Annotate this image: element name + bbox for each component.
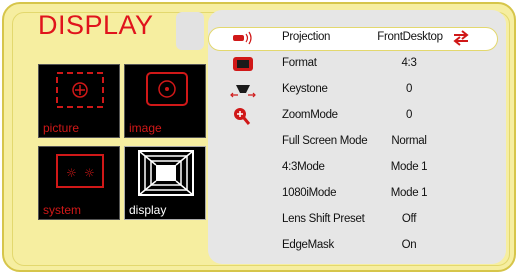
projection-icon xyxy=(233,31,252,45)
tile-picture[interactable]: picture xyxy=(38,64,120,138)
setting-row-43mode[interactable]: 4:3Mode Mode 1 xyxy=(208,155,506,181)
tile-label-system: system xyxy=(43,203,82,217)
setting-value: On xyxy=(401,239,417,251)
menu-tab-indicator xyxy=(176,12,204,50)
setting-label: Lens Shift Preset xyxy=(282,213,365,225)
svg-text:☼: ☼ xyxy=(84,166,95,180)
tile-label-image: image xyxy=(129,121,162,135)
settings-panel: Projection FrontDesktop Format 4:3 Keyst… xyxy=(208,10,506,264)
setting-row-projection[interactable]: Projection FrontDesktop xyxy=(208,25,506,51)
setting-row-edgemask[interactable]: EdgeMask On xyxy=(208,233,506,259)
setting-row-format[interactable]: Format 4:3 xyxy=(208,51,506,77)
zoom-icon xyxy=(234,108,251,125)
setting-label: ZoomMode xyxy=(282,109,338,121)
setting-row-1080imode[interactable]: 1080iMode Mode 1 xyxy=(208,181,506,207)
setting-label: Projection xyxy=(282,31,331,43)
format-icon xyxy=(233,57,253,71)
setting-row-lensshiftpreset[interactable]: Lens Shift Preset Off xyxy=(208,207,506,233)
setting-row-zoommode[interactable]: ZoomMode 0 xyxy=(208,103,506,129)
swap-arrows-icon[interactable] xyxy=(452,30,470,46)
setting-value: Off xyxy=(401,213,417,225)
setting-row-keystone[interactable]: Keystone 0 xyxy=(208,77,506,103)
setting-value: FrontDesktop xyxy=(377,31,443,43)
setting-row-fullscreenmode[interactable]: Full Screen Mode Normal xyxy=(208,129,506,155)
tile-system[interactable]: ☼ ☼ system xyxy=(38,146,120,220)
setting-value: 4:3 xyxy=(401,57,417,69)
tile-display[interactable]: display xyxy=(124,146,206,220)
setting-value: Mode 1 xyxy=(390,187,428,199)
tile-label-display: display xyxy=(129,203,167,217)
setting-value: 0 xyxy=(405,83,413,95)
setting-label: 4:3Mode xyxy=(282,161,325,173)
svg-text:☼: ☼ xyxy=(66,166,77,180)
setting-label: Format xyxy=(282,57,317,69)
setting-label: Keystone xyxy=(282,83,328,95)
tile-image[interactable]: image xyxy=(124,64,206,138)
tile-label-picture: picture xyxy=(43,121,80,135)
setting-label: 1080iMode xyxy=(282,187,337,199)
menu-title: DISPLAY xyxy=(38,10,154,40)
keystone-icon xyxy=(230,85,256,98)
setting-value: 0 xyxy=(405,109,413,121)
setting-value: Normal xyxy=(391,135,427,147)
setting-label: EdgeMask xyxy=(282,239,334,251)
setting-value: Mode 1 xyxy=(390,161,428,173)
setting-label: Full Screen Mode xyxy=(282,135,368,147)
